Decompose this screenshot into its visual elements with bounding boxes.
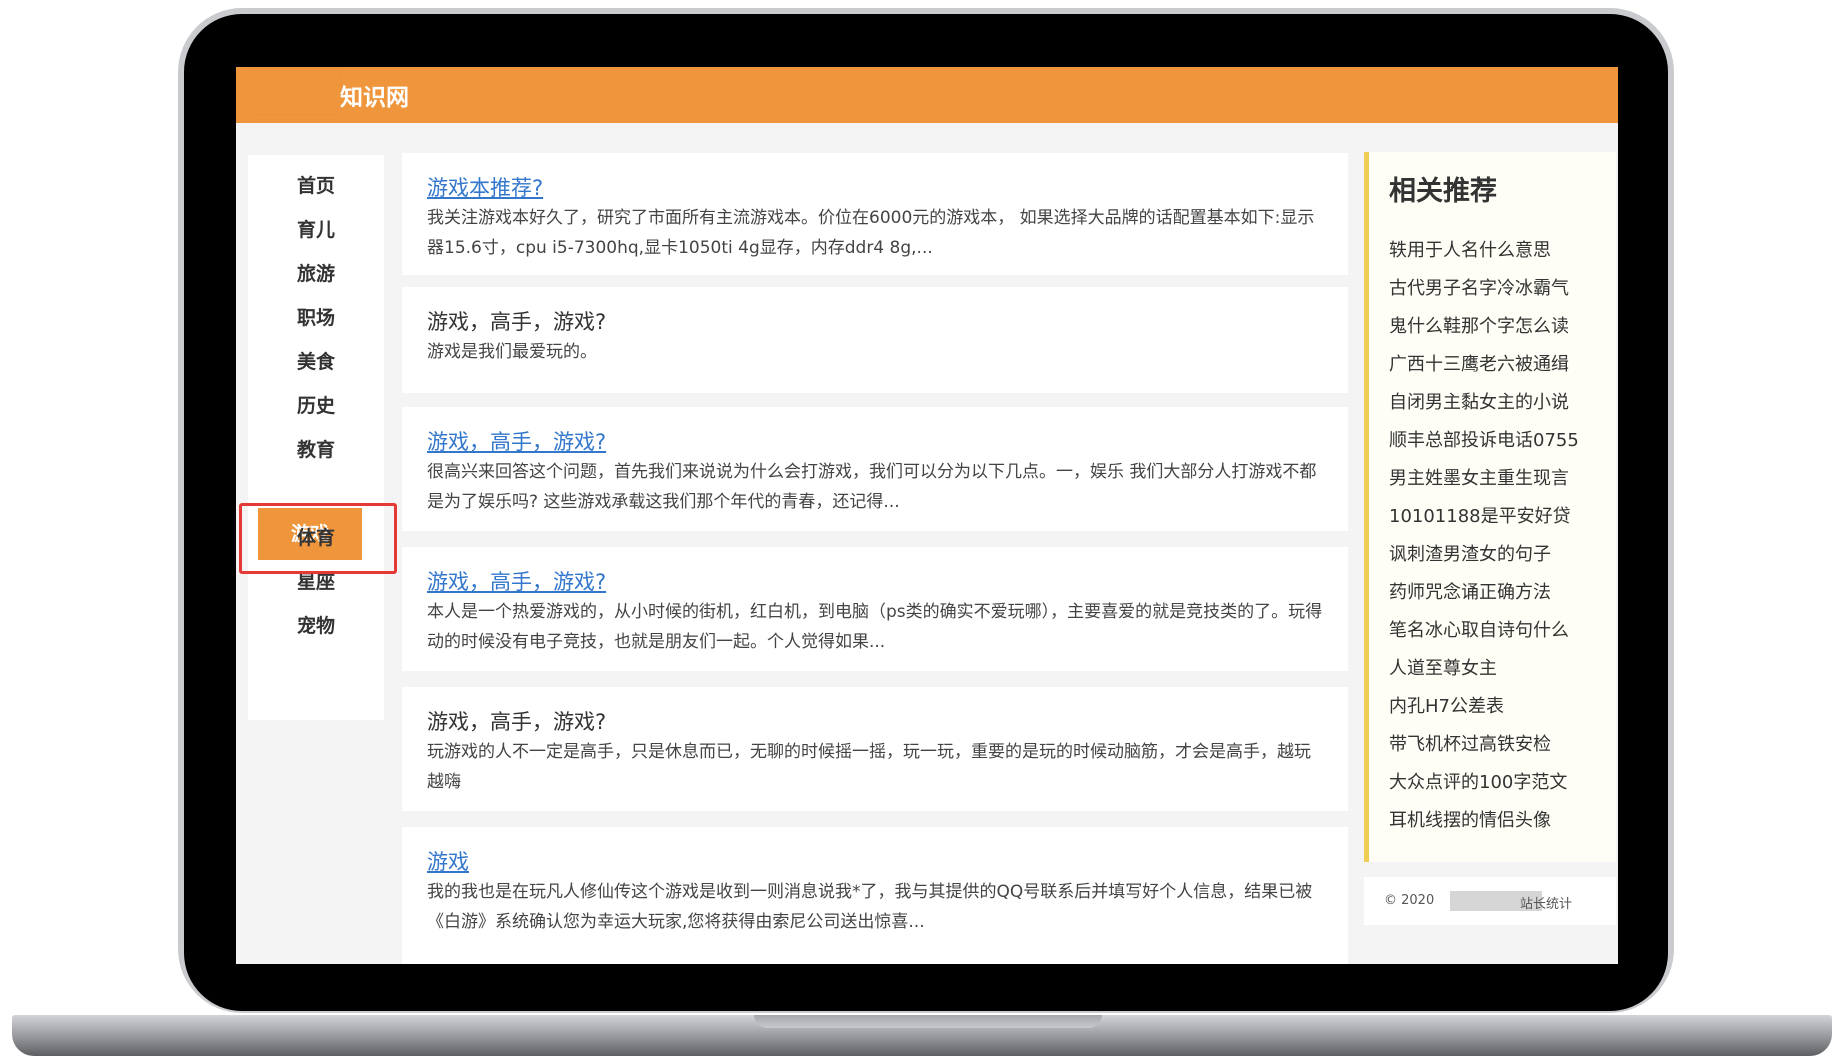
nav-item-home[interactable]: 首页 (248, 162, 384, 210)
site-header: 知识网 (236, 67, 1618, 123)
nav-item-history[interactable]: 历史 (248, 382, 384, 430)
article-card: 游戏本推荐? 我关注游戏本好久了，研究了市面所有主流游戏本。价位在6000元的游… (402, 153, 1348, 275)
article-card: 游戏 我的我也是在玩凡人修仙传这个游戏是收到一则消息说我*了，我与其提供的QQ号… (402, 827, 1348, 964)
article-card: 游戏，高手，游戏? 游戏是我们最爱玩的。 (402, 287, 1348, 393)
article-excerpt: 我关注游戏本好久了，研究了市面所有主流游戏本。价位在6000元的游戏本， 如果选… (427, 208, 1315, 258)
nav-item-travel[interactable]: 旅游 (248, 250, 384, 298)
site-title[interactable]: 知识网 (340, 78, 409, 112)
article-title-link[interactable]: 游戏本推荐? (427, 173, 1323, 203)
recommend-item[interactable]: 笔名冰心取自诗句什么 (1389, 612, 1579, 650)
recommend-item[interactable]: 轶用于人名什么意思 (1389, 232, 1579, 270)
article-title: 游戏，高手，游戏? (427, 710, 607, 734)
article-excerpt: 我的我也是在玩凡人修仙传这个游戏是收到一则消息说我*了，我与其提供的QQ号联系后… (427, 882, 1313, 932)
article-excerpt: 玩游戏的人不一定是高手，只是休息而已，无聊的时候摇一摇，玩一玩，重要的是玩的时候… (427, 742, 1311, 792)
nav-item-career[interactable]: 职场 (248, 294, 384, 342)
recommend-item[interactable]: 内孔H7公差表 (1389, 688, 1579, 726)
browser-viewport: 知识网 首页 育儿 旅游 职场 美食 历史 教育 游戏 体育 星座 宠物 游戏本… (236, 67, 1618, 964)
article-excerpt: 很高兴来回答这个问题，首先我们来说说为什么会打游戏，我们可以分为以下几点。一，娱… (427, 462, 1317, 512)
footer-copyright: © 2020 (1384, 893, 1435, 908)
laptop-notch (754, 1015, 1102, 1028)
recommend-item[interactable]: 药师咒念诵正确方法 (1389, 574, 1579, 612)
recommend-item[interactable]: 广西十三鹰老六被通缉 (1389, 346, 1579, 384)
site-logo[interactable] (254, 71, 340, 114)
recommend-item[interactable]: 10101188是平安好贷 (1389, 498, 1579, 536)
article-card: 游戏，高手，游戏? 本人是一个热爱游戏的，从小时候的街机，红白机，到电脑（ps类… (402, 547, 1348, 671)
recommend-item[interactable]: 男主姓墨女主重生现言 (1389, 460, 1579, 498)
recommend-item[interactable]: 鬼什么鞋那个字怎么读 (1389, 308, 1579, 346)
article-card: 游戏，高手，游戏? 玩游戏的人不一定是高手，只是休息而已，无聊的时候摇一摇，玩一… (402, 687, 1348, 811)
recommend-item[interactable]: 自闭男主黏女主的小说 (1389, 384, 1579, 422)
recommend-item[interactable]: 古代男子名字冷冰霸气 (1389, 270, 1579, 308)
category-nav: 首页 育儿 旅游 职场 美食 历史 教育 游戏 体育 星座 宠物 (248, 155, 384, 720)
article-title: 游戏，高手，游戏? (427, 310, 607, 334)
recommend-title: 相关推荐 (1389, 176, 1497, 207)
nav-item-parenting[interactable]: 育儿 (248, 206, 384, 254)
recommend-item[interactable]: 耳机线摆的情侣头像 (1389, 802, 1579, 840)
recommend-item[interactable]: 带飞机杯过高铁安检 (1389, 726, 1579, 764)
recommend-item[interactable]: 人道至尊女主 (1389, 650, 1579, 688)
nav-item-pets[interactable]: 宠物 (248, 602, 384, 650)
recommend-item[interactable]: 讽刺渣男渣女的句子 (1389, 536, 1579, 574)
recommend-item[interactable]: 大众点评的100字范文 (1389, 764, 1579, 802)
active-nav-highlight (239, 503, 397, 574)
article-excerpt: 本人是一个热爱游戏的，从小时候的街机，红白机，到电脑（ps类的确实不爱玩哪），主… (427, 602, 1323, 652)
recommend-item[interactable]: 顺丰总部投诉电话0755 (1389, 422, 1579, 460)
article-title-link[interactable]: 游戏，高手，游戏? (427, 427, 1323, 457)
recommend-list: 轶用于人名什么意思 古代男子名字冷冰霸气 鬼什么鞋那个字怎么读 广西十三鹰老六被… (1389, 232, 1579, 840)
recommend-panel: 相关推荐 轶用于人名什么意思 古代男子名字冷冰霸气 鬼什么鞋那个字怎么读 广西十… (1364, 152, 1616, 862)
article-title-link[interactable]: 游戏 (427, 847, 1323, 877)
article-card: 游戏，高手，游戏? 很高兴来回答这个问题，首先我们来说说为什么会打游戏，我们可以… (402, 407, 1348, 531)
footer-stats-link[interactable]: 站长统计 (1520, 893, 1572, 912)
article-title-link[interactable]: 游戏，高手，游戏? (427, 567, 1323, 597)
site-footer: © 2020 站长统计 (1364, 877, 1616, 925)
nav-item-food[interactable]: 美食 (248, 338, 384, 386)
article-excerpt: 游戏是我们最爱玩的。 (427, 342, 597, 362)
nav-item-education[interactable]: 教育 (248, 426, 384, 474)
